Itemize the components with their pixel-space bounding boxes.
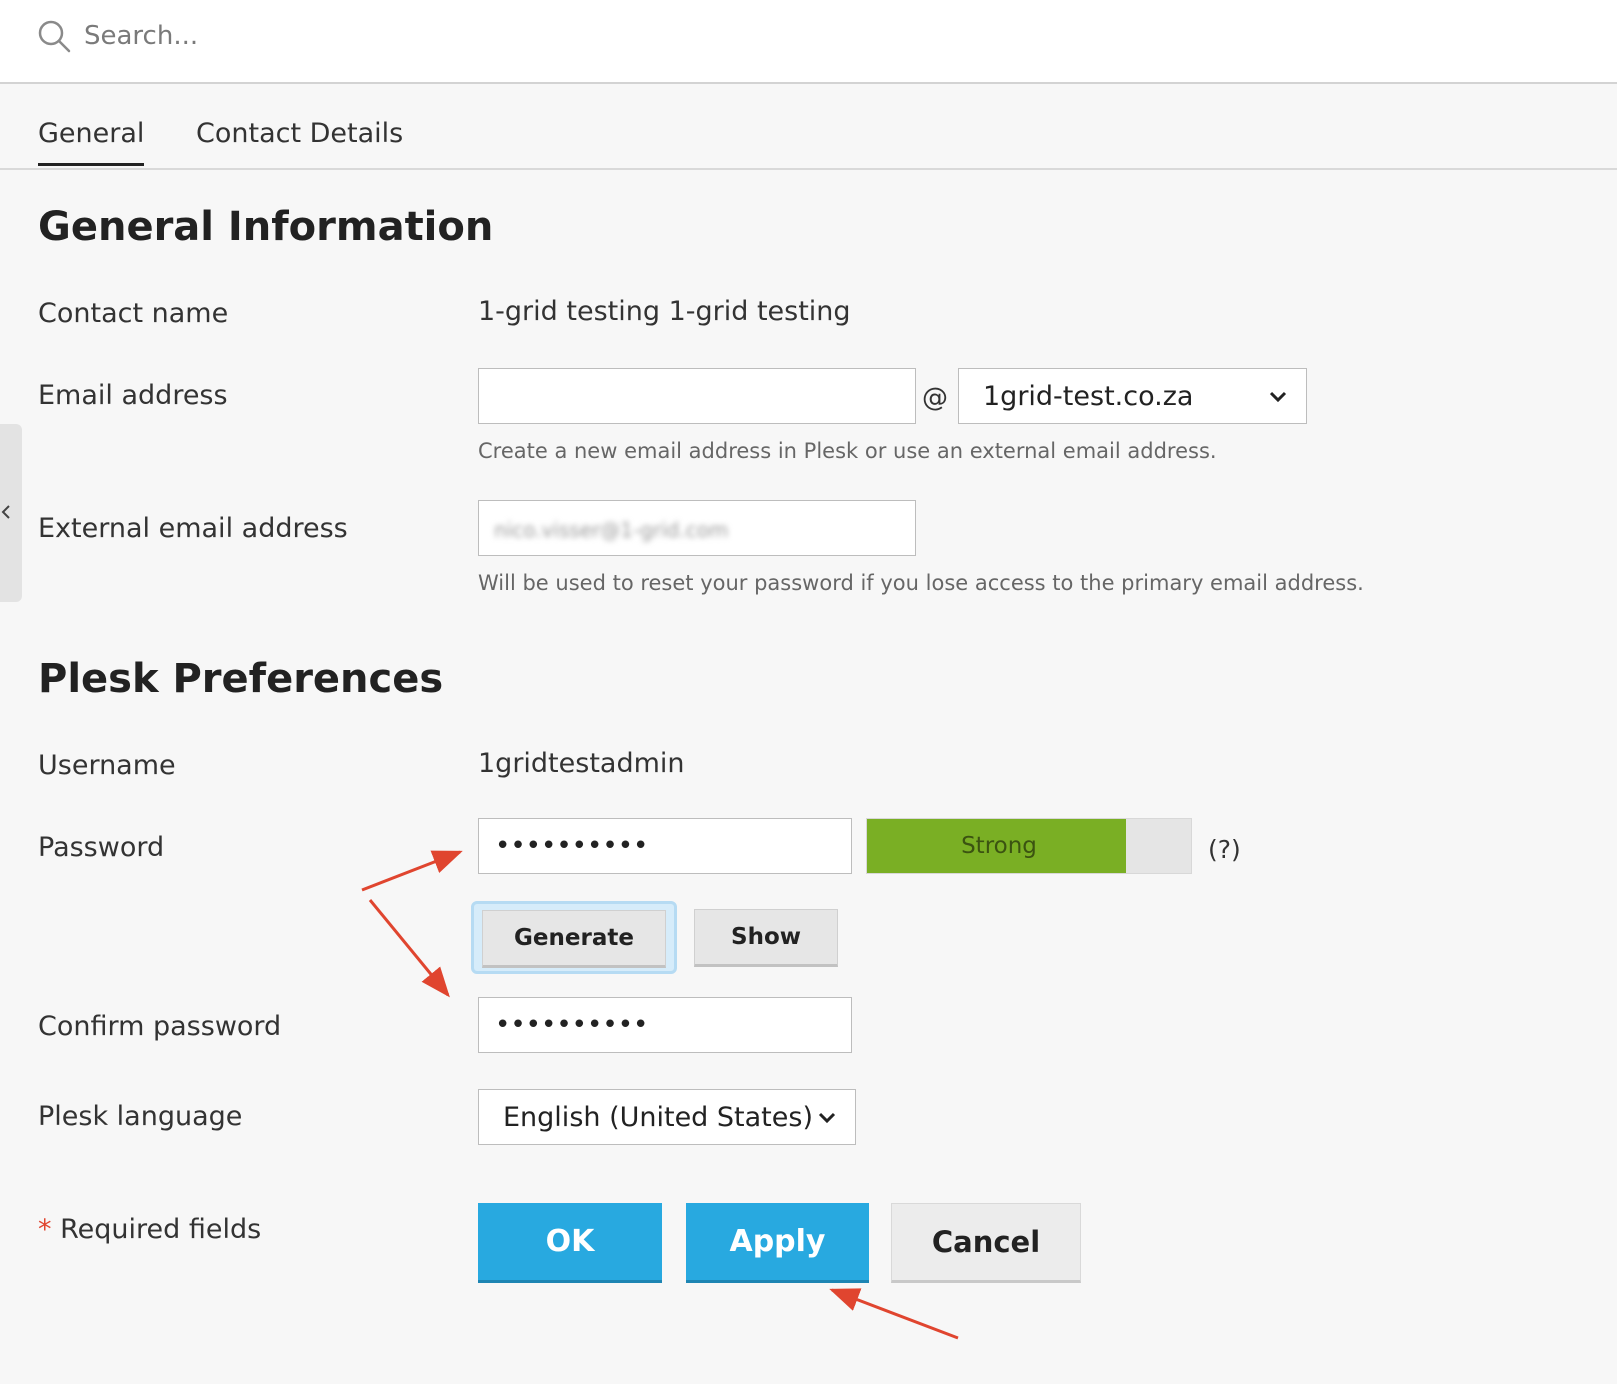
chevron-down-icon [818, 1112, 836, 1124]
generate-button[interactable]: Generate [482, 910, 666, 968]
email-domain-select[interactable]: 1grid-test.co.za [958, 368, 1307, 424]
password-help-link[interactable]: (?) [1208, 835, 1241, 864]
at-sign: @ [922, 383, 948, 413]
required-fields-text: Required fields [60, 1214, 262, 1245]
ok-button[interactable]: OK [478, 1203, 662, 1283]
search-input[interactable] [84, 14, 684, 58]
show-password-button[interactable]: Show [694, 909, 838, 967]
email-hint: Create a new email address in Plesk or u… [478, 439, 1217, 463]
confirm-password-field[interactable] [478, 997, 852, 1053]
required-fields-note: * Required fields [38, 1214, 261, 1245]
annotation-arrow-confirm [368, 899, 450, 998]
username-value: 1gridtestadmin [478, 748, 685, 779]
plesk-language-value: English (United States) [503, 1102, 813, 1133]
password-label: Password [38, 832, 165, 863]
generate-button-focus-ring: Generate [471, 901, 677, 974]
cancel-button[interactable]: Cancel [891, 1203, 1081, 1283]
username-label: Username [38, 750, 176, 781]
contact-name-value: 1-grid testing 1-grid testing [478, 296, 851, 327]
chevron-left-icon [1, 505, 10, 519]
tabs-divider [0, 168, 1617, 170]
annotation-arrow-apply [829, 1288, 959, 1340]
required-star: * [38, 1214, 52, 1245]
password-field[interactable] [478, 818, 852, 874]
external-email-label: External email address [38, 513, 348, 544]
external-email-value: nico.visser@1-grid.com [494, 518, 729, 542]
search-bar [0, 0, 1617, 84]
email-address-field[interactable] [478, 368, 916, 424]
password-strength-meter: Strong [866, 818, 1192, 874]
email-domain-value: 1grid-test.co.za [983, 381, 1194, 412]
annotation-arrow-password [361, 850, 463, 892]
chevron-down-icon [1269, 391, 1287, 403]
tab-general[interactable]: General [38, 118, 145, 166]
plesk-language-select[interactable]: English (United States) [478, 1089, 856, 1145]
tab-contact-details[interactable]: Contact Details [196, 118, 403, 163]
search-icon[interactable] [36, 18, 72, 54]
confirm-password-label: Confirm password [38, 1011, 282, 1042]
sidebar-toggle[interactable] [0, 424, 22, 602]
email-address-label: Email address [38, 380, 228, 411]
plesk-preferences-title: Plesk Preferences [38, 656, 444, 702]
general-information-title: General Information [38, 204, 494, 250]
plesk-language-label: Plesk language [38, 1101, 243, 1132]
apply-button[interactable]: Apply [686, 1203, 869, 1283]
contact-name-label: Contact name [38, 298, 229, 329]
password-strength-label: Strong [961, 833, 1037, 859]
external-email-hint: Will be used to reset your password if y… [478, 571, 1364, 595]
